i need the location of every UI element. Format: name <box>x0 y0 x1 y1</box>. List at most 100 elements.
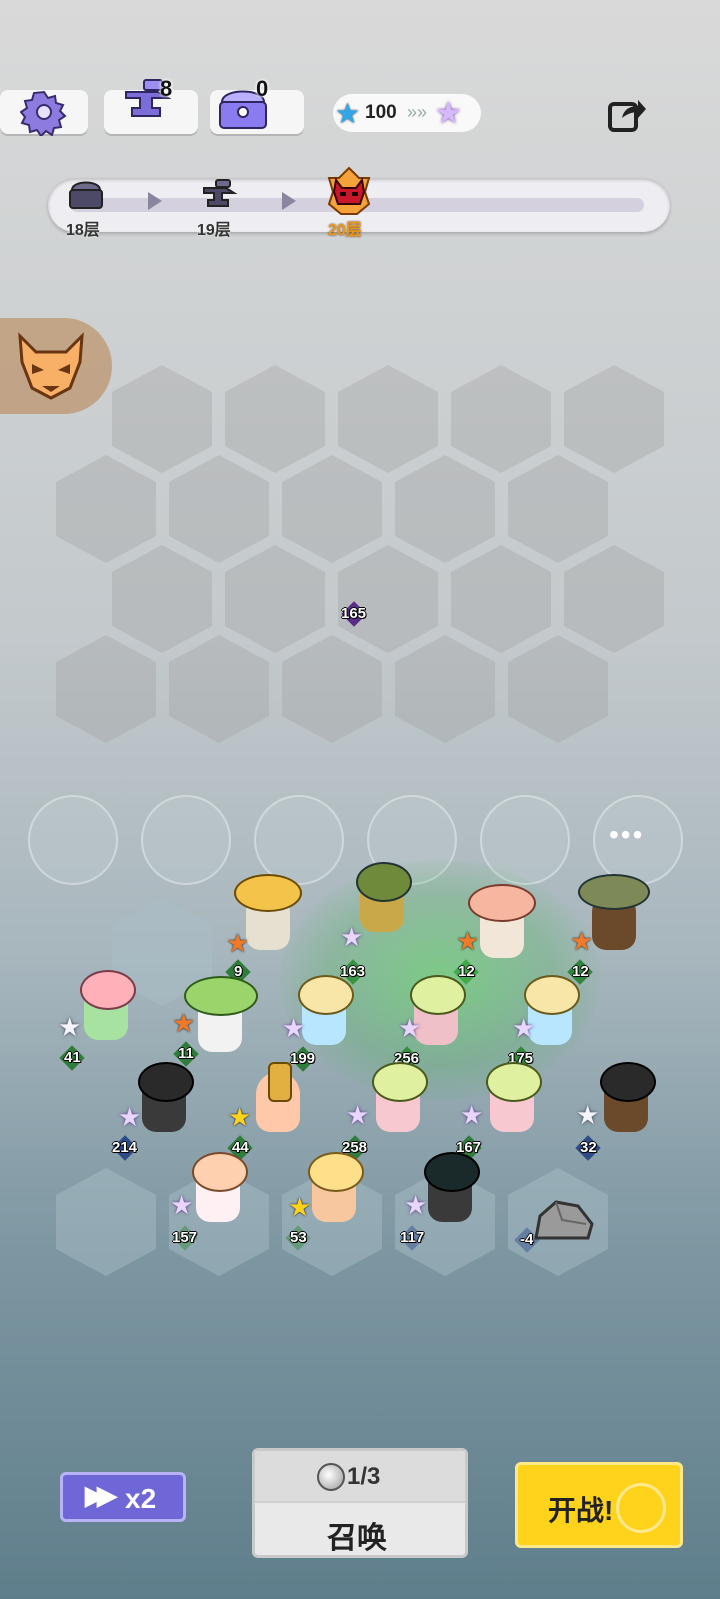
star-icon: ★ <box>340 922 364 952</box>
unit-hero[interactable]: ★ 117 <box>400 1152 482 1246</box>
bench-slot[interactable] <box>254 795 344 885</box>
unit-head <box>80 970 136 1010</box>
enemy-hex[interactable] <box>508 635 608 743</box>
mushroom-cap-icon <box>468 884 536 922</box>
boss-info-button[interactable] <box>0 318 112 414</box>
unit-hero[interactable]: ★ 41 <box>58 970 138 1066</box>
unit-hero[interactable]: ★ 32 <box>576 1062 658 1156</box>
bench-more-button[interactable]: ••• <box>593 795 683 885</box>
enemy-hex[interactable] <box>395 635 495 743</box>
anvil-button[interactable]: 8 <box>104 76 198 134</box>
coin-icon <box>317 1463 345 1491</box>
unit-hero[interactable]: ★ 214 <box>112 1062 196 1156</box>
unit-hero[interactable]: ★ 256 <box>394 975 468 1067</box>
progress-arrow-icon <box>282 192 296 210</box>
settings-button[interactable] <box>0 90 88 136</box>
floor-progress-bar: 18层 19层 20层 <box>48 166 670 239</box>
tap-ripple-icon <box>616 1483 666 1533</box>
unit-hero[interactable]: ★ 12 <box>570 874 650 980</box>
summon-label: 召唤 <box>327 1522 387 1555</box>
unit-level: 117 <box>396 1228 428 1247</box>
bench-slot[interactable] <box>141 795 231 885</box>
enemy-hex[interactable] <box>508 455 608 563</box>
enemy-hex[interactable] <box>338 545 438 653</box>
star-upgrade-panel[interactable]: ★ 100 »» ★ <box>333 94 481 132</box>
enemy-hex[interactable] <box>112 365 212 473</box>
unit-hero[interactable]: ★ 258 <box>342 1062 430 1156</box>
star-icon: ★ <box>288 1192 312 1222</box>
enemy-hex[interactable] <box>225 545 325 653</box>
enemy-hex[interactable] <box>112 545 212 653</box>
unit-head <box>410 975 466 1015</box>
enemy-hex[interactable] <box>451 545 551 653</box>
enemy-hex[interactable] <box>564 545 664 653</box>
blue-star-icon: ★ <box>335 98 361 129</box>
ally-hex[interactable] <box>56 1168 156 1276</box>
star-icon: ★ <box>282 1013 306 1043</box>
enemy-hex[interactable] <box>282 635 382 743</box>
star-icon: ★ <box>512 1013 536 1043</box>
unit-hero[interactable]: ★ 167 <box>456 1062 544 1156</box>
rock-obstacle[interactable]: -4 <box>520 1196 594 1282</box>
star-icon: ★ <box>170 1190 194 1220</box>
bench-slot[interactable] <box>28 795 118 885</box>
enemy-hex[interactable] <box>338 365 438 473</box>
fast-forward-icon: ▶▶ <box>85 1480 117 1510</box>
speed-toggle-button[interactable]: ▶▶ x2 <box>60 1472 186 1522</box>
unit-hero[interactable]: ★ 175 <box>508 975 582 1067</box>
chest-button[interactable]: 0 <box>210 76 304 134</box>
unit-hero[interactable]: ★ 53 <box>288 1152 366 1246</box>
unit-hero[interactable]: ★ 157 <box>170 1152 250 1246</box>
enemy-hex[interactable] <box>564 365 664 473</box>
unit-head <box>372 1062 428 1102</box>
star-icon: ★ <box>456 926 480 956</box>
enemy-hex[interactable] <box>282 455 382 563</box>
anvil-count: 8 <box>160 76 173 101</box>
enemy-hex[interactable] <box>169 455 269 563</box>
star-icon: ★ <box>404 1190 428 1220</box>
unit-hero[interactable]: ★ 12 <box>456 884 536 980</box>
unit-head <box>486 1062 542 1102</box>
unit-hero[interactable]: ★ 44 <box>228 1062 310 1156</box>
unit-head <box>192 1152 248 1192</box>
enemy-hex[interactable] <box>451 365 551 473</box>
star-icon: ★ <box>118 1102 142 1132</box>
unit-hero[interactable]: ★ 11 <box>172 976 258 1068</box>
unit-level: 157 <box>168 1228 201 1247</box>
unit-level: 11 <box>174 1044 198 1063</box>
unit-hero[interactable]: ★ 9 <box>226 874 302 980</box>
chest-floor-icon <box>69 181 103 209</box>
sword-icon <box>268 1062 292 1102</box>
unit-level: 214 <box>108 1138 141 1157</box>
rainbow-star-icon: ★ <box>435 97 462 130</box>
unit-hero[interactable]: ★ 163 <box>340 862 414 980</box>
unit-level: -4 <box>516 1230 537 1249</box>
demon-mask-icon <box>18 332 84 400</box>
unit-head <box>308 1152 364 1192</box>
floor-label-18: 18层 <box>66 222 100 239</box>
enemy-hex[interactable] <box>56 635 156 743</box>
star-icon: ★ <box>346 1100 370 1130</box>
unit-hero[interactable]: ★ 199 <box>282 975 356 1067</box>
star-icon: ★ <box>398 1013 422 1043</box>
anvil-floor-icon <box>203 179 238 207</box>
unit-level: 41 <box>60 1048 85 1067</box>
enemy-hex[interactable] <box>169 635 269 743</box>
hat-icon <box>578 874 650 910</box>
star-icon: ★ <box>460 1100 484 1130</box>
star-icon: ★ <box>58 1012 82 1042</box>
enemy-hex[interactable] <box>225 365 325 473</box>
share-icon[interactable] <box>606 96 646 134</box>
rock-icon <box>534 1200 594 1240</box>
unit-head <box>424 1152 480 1192</box>
star-icon: ★ <box>570 926 594 956</box>
unit-head <box>138 1062 194 1102</box>
start-battle-button[interactable]: 开战! <box>515 1462 683 1548</box>
enemy-hex[interactable] <box>395 455 495 563</box>
summon-button[interactable]: 1/3 召唤 <box>252 1448 468 1558</box>
star-value: 100 <box>365 102 397 123</box>
arrows-icon: »» <box>407 102 428 122</box>
enemy-level-badge: 165 <box>337 604 370 623</box>
more-dots: ••• <box>609 819 645 850</box>
enemy-hex[interactable] <box>56 455 156 563</box>
